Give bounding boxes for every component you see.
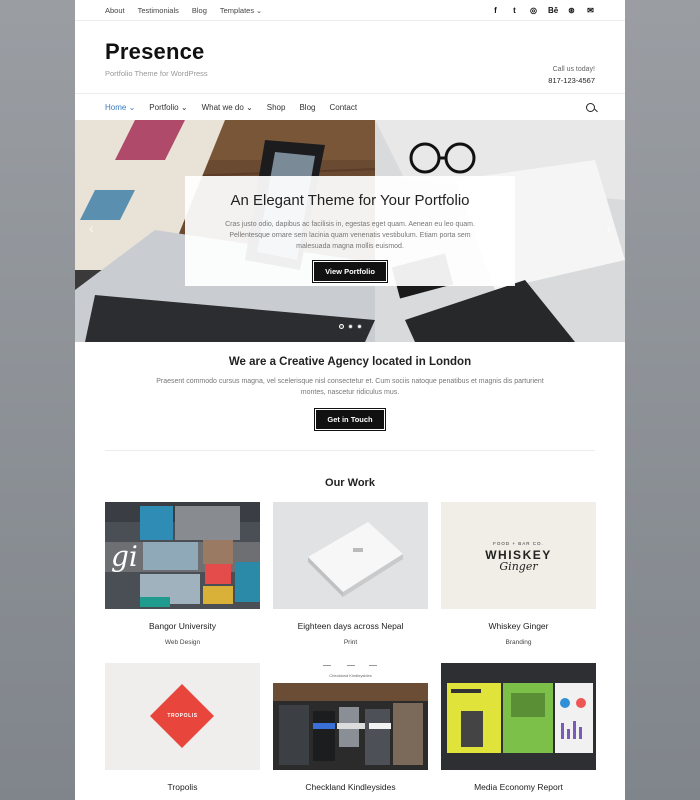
behance-icon[interactable]: Bē (548, 6, 558, 15)
top-link-blog[interactable]: Blog (192, 6, 207, 15)
work-thumbnail[interactable]: TROPOLIS (105, 663, 260, 770)
media-report-thumbnail-art (441, 663, 596, 770)
work-item-category[interactable]: Print (273, 639, 428, 646)
dribbble-icon[interactable]: ⊛ (567, 6, 576, 15)
chevron-down-icon: ⌄ (256, 7, 263, 15)
main-nav-items: Home ⌄ Portfolio ⌄ What we do ⌄ Shop Blo… (105, 103, 357, 112)
checkland-caption: Checkland Kindleysides (329, 673, 372, 678)
nav-item-portfolio-label: Portfolio (149, 102, 179, 112)
hero-caption: An Elegant Theme for Your Portfolio Cras… (185, 176, 515, 286)
twitter-icon[interactable]: t (510, 6, 519, 15)
checkland-thumbnail-art (273, 665, 428, 770)
work-thumbnail[interactable]: FOOD + BAR CO. WHISKEY Ginger (441, 502, 596, 609)
get-in-touch-button[interactable]: Get in Touch (316, 410, 384, 429)
slider-dot-2[interactable] (348, 324, 353, 329)
tropolis-text: TROPOLIS (167, 713, 198, 719)
nav-item-shop[interactable]: Shop (267, 103, 286, 112)
nav-item-home-label: Home (105, 102, 127, 112)
view-portfolio-button[interactable]: View Portfolio (314, 262, 386, 281)
work-item-title[interactable]: Media Economy Report (441, 782, 596, 792)
nav-item-home[interactable]: Home ⌄ (105, 103, 135, 112)
nav-item-blog[interactable]: Blog (299, 103, 315, 112)
top-link-testimonials[interactable]: Testimonials (138, 6, 179, 15)
our-work-title: Our Work (325, 477, 375, 489)
chevron-down-icon: ⌄ (246, 102, 253, 112)
header-contact: Call us today! 817-123-4567 (548, 21, 595, 85)
instagram-icon[interactable]: ◎ (529, 6, 538, 15)
work-item-category[interactable]: Branding (441, 639, 596, 646)
site-header: Presence Portfolio Theme for WordPress C… (75, 21, 625, 94)
hero-text: Cras justo odio, dapibus ac facilisis in… (225, 221, 475, 250)
site-title[interactable]: Presence (105, 39, 208, 65)
top-bar: About Testimonials Blog Templates ⌄ f t … (75, 0, 625, 21)
intro-title: We are a Creative Agency located in Lond… (228, 356, 472, 368)
search-icon[interactable] (586, 102, 595, 112)
social-links: f t ◎ Bē ⊛ ✉ (491, 6, 595, 15)
work-item[interactable]: FOOD + BAR CO. WHISKEY Ginger Whiskey Gi… (441, 502, 596, 646)
work-thumbnail[interactable]: gi (105, 502, 260, 609)
slider-dots (339, 324, 362, 329)
work-thumbnail[interactable] (441, 663, 596, 770)
facebook-icon[interactable]: f (491, 6, 500, 15)
work-item[interactable]: gi Bangor University Web Design (105, 502, 260, 646)
whiskey-top-text: FOOD + BAR CO. (493, 541, 544, 546)
nav-item-what-we-do-label: What we do (201, 102, 244, 112)
site-tagline: Portfolio Theme for WordPress (105, 69, 208, 78)
chevron-right-icon[interactable]: › (606, 220, 611, 236)
work-item-title[interactable]: Bangor University (105, 621, 260, 631)
top-nav: About Testimonials Blog Templates ⌄ (105, 6, 262, 15)
chevron-left-icon[interactable]: ‹ (89, 220, 94, 236)
work-item-title[interactable]: Whiskey Ginger (441, 621, 596, 631)
nepal-thumbnail-art (273, 502, 428, 609)
slider-dot-3[interactable] (357, 324, 362, 329)
hero-title: An Elegant Theme for Your Portfolio (230, 192, 470, 209)
nav-item-contact[interactable]: Contact (329, 103, 357, 112)
nav-item-what-we-do[interactable]: What we do ⌄ (202, 103, 253, 112)
email-icon[interactable]: ✉ (586, 6, 595, 15)
top-link-templates-label: Templates (219, 5, 255, 15)
hero-slider: ‹ › An Elegant Theme for Your Portfolio … (75, 120, 625, 342)
nav-item-portfolio[interactable]: Portfolio ⌄ (149, 103, 187, 112)
call-label: Call us today! (552, 66, 595, 73)
intro-text: Praesent commodo cursus magna, vel scele… (156, 378, 544, 396)
chevron-down-icon: ⌄ (180, 102, 188, 112)
top-link-about[interactable]: About (105, 6, 125, 15)
intro-section: We are a Creative Agency located in Lond… (75, 356, 625, 429)
slider-dot-1[interactable] (339, 324, 344, 329)
whiskey-script-text: Ginger (499, 560, 538, 573)
work-item[interactable]: Checkland Kindleysides Checkland Kindley… (273, 663, 428, 800)
brand: Presence Portfolio Theme for WordPress (105, 21, 208, 78)
work-thumbnail[interactable]: Checkland Kindleysides (273, 663, 428, 770)
top-link-templates[interactable]: Templates ⌄ (220, 6, 262, 15)
work-item-title[interactable]: Checkland Kindleysides (273, 782, 428, 792)
work-item-category[interactable]: Web Design (105, 639, 260, 646)
page: About Testimonials Blog Templates ⌄ f t … (75, 0, 625, 800)
phone-number: 817-123-4567 (548, 76, 595, 85)
chevron-down-icon: ⌄ (128, 102, 136, 112)
work-thumbnail[interactable] (273, 502, 428, 609)
work-item[interactable]: Eighteen days across Nepal Print (273, 502, 428, 646)
work-item[interactable]: Media Economy Report (441, 663, 596, 800)
work-item-title[interactable]: Eighteen days across Nepal (273, 621, 428, 631)
main-nav: Home ⌄ Portfolio ⌄ What we do ⌄ Shop Blo… (75, 94, 625, 121)
work-item-title[interactable]: Tropolis (105, 782, 260, 792)
work-item[interactable]: TROPOLIS Tropolis (105, 663, 260, 800)
bangor-script-text: gi (111, 540, 138, 573)
section-divider (105, 450, 595, 451)
